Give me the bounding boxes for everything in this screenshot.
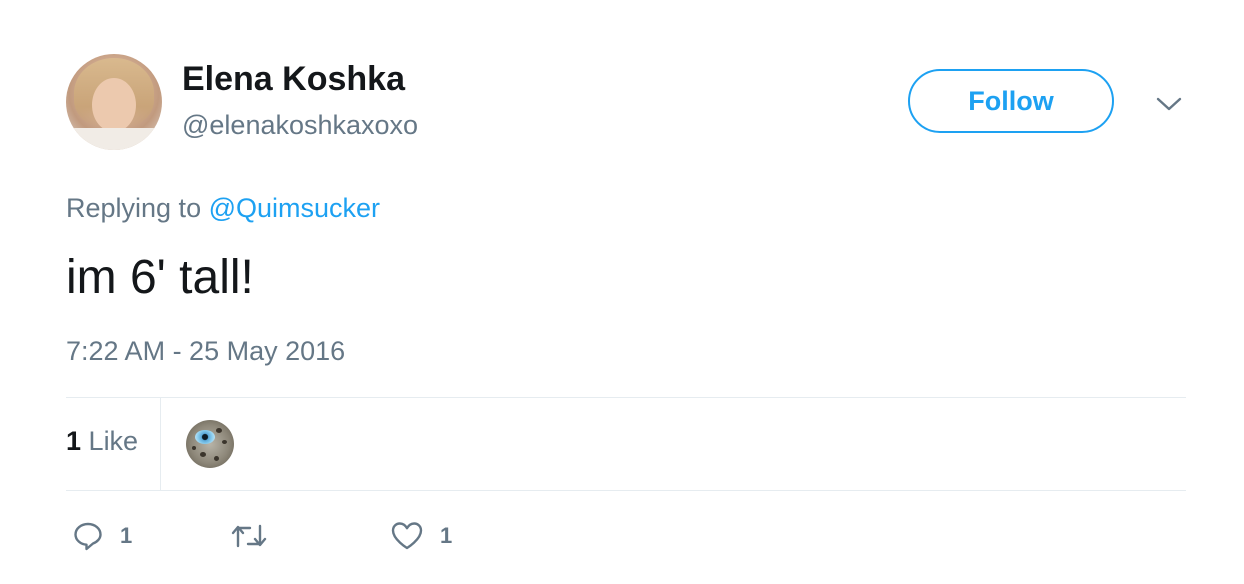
author-username[interactable]: @elenakoshkaxoxo — [182, 110, 418, 141]
avatar-face — [92, 78, 136, 132]
stats-top-divider — [66, 397, 1186, 398]
avatar-spot — [200, 452, 206, 457]
avatar-shoulder — [66, 128, 162, 150]
like-count: 1 — [440, 523, 453, 548]
heart-icon — [391, 522, 423, 550]
likes-stat-count: 1 — [66, 426, 82, 456]
tweet-text: im 6' tall! — [66, 251, 254, 304]
reply-context-prefix: Replying to — [66, 193, 202, 223]
avatar-spot — [222, 440, 227, 444]
author-avatar[interactable] — [66, 54, 162, 150]
more-options-button[interactable] — [1154, 92, 1184, 116]
likes-stat[interactable]: 1 Like — [66, 426, 138, 457]
stats-vertical-divider — [160, 397, 161, 490]
retweet-button[interactable] — [230, 520, 284, 552]
retweet-icon — [231, 524, 267, 548]
reply-mention-link[interactable]: @Quimsucker — [209, 193, 380, 223]
tweet-timestamp[interactable]: 7:22 AM - 25 May 2016 — [66, 336, 345, 367]
reply-button[interactable]: 1 — [72, 520, 132, 552]
likes-stat-label: Like — [88, 426, 139, 456]
chevron-down-icon — [1156, 97, 1182, 111]
avatar-spot — [216, 428, 222, 433]
reply-count: 1 — [120, 523, 133, 548]
like-button[interactable]: 1 — [390, 520, 452, 552]
follow-button[interactable]: Follow — [908, 69, 1114, 133]
stats-bottom-divider — [66, 490, 1186, 491]
follow-button-label: Follow — [968, 85, 1054, 116]
author-display-name[interactable]: Elena Koshka — [182, 60, 405, 99]
reply-icon — [74, 522, 102, 551]
liker-avatar[interactable] — [186, 420, 234, 468]
avatar-spot — [192, 446, 196, 450]
avatar-eye — [195, 430, 215, 444]
reply-context: Replying to @Quimsucker — [66, 193, 380, 224]
avatar-spot — [214, 456, 219, 461]
